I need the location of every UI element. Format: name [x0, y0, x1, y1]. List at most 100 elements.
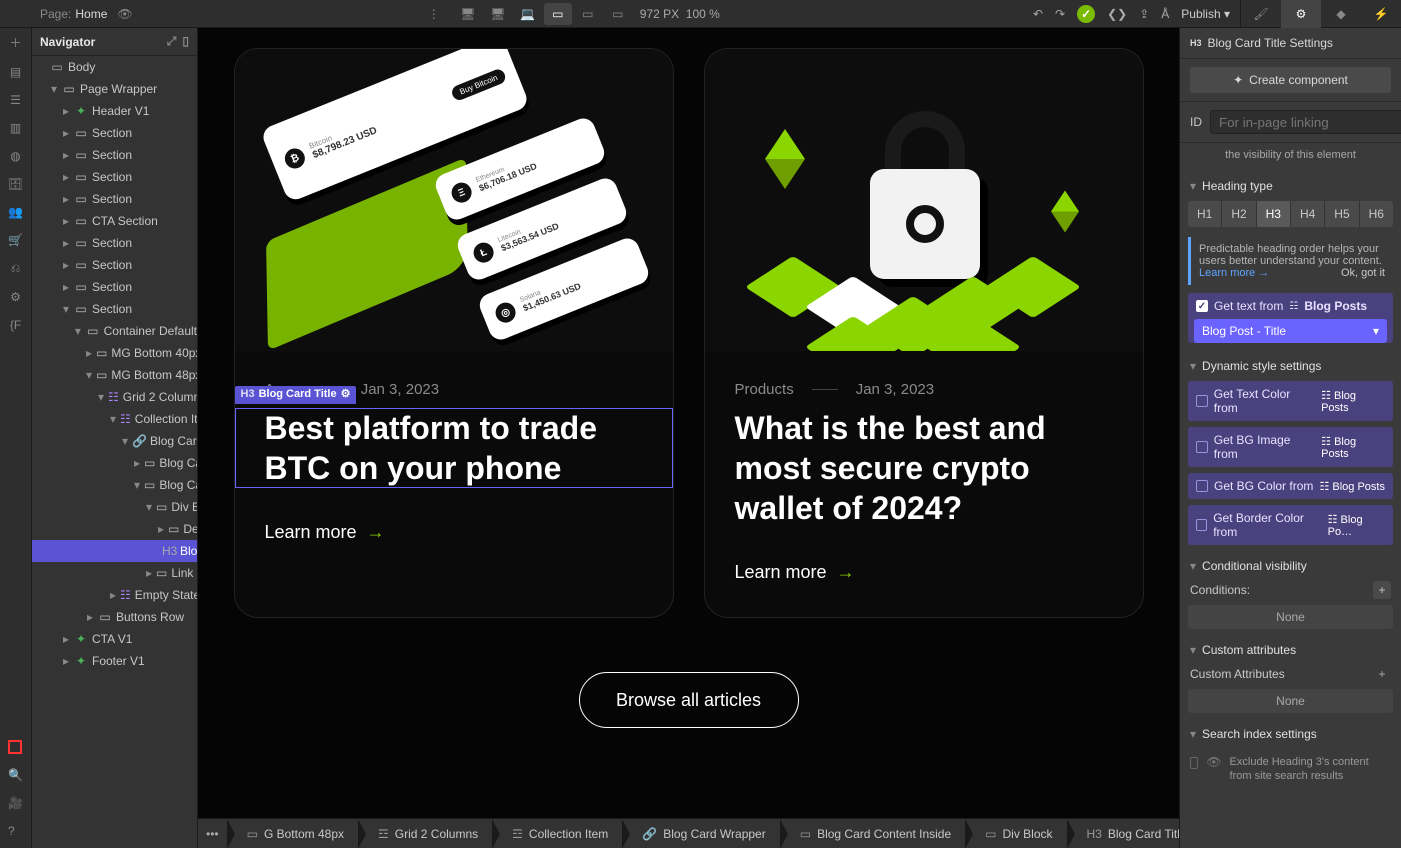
exclude-from-search-option[interactable]: 👁 Exclude Heading 3's content from site … — [1180, 749, 1401, 790]
breadcrumb-item[interactable]: ▭G Bottom 48px — [227, 819, 358, 848]
publish-button[interactable]: Publish ▾ — [1181, 7, 1230, 21]
nav-item[interactable]: ▾▭Section — [32, 298, 197, 320]
nav-item[interactable]: ▸✦Header V1 — [32, 100, 197, 122]
checkbox[interactable] — [1196, 480, 1208, 492]
search-index-section[interactable]: ▾Search index settings — [1180, 719, 1401, 749]
heading-type-h6[interactable]: H6 — [1360, 201, 1393, 227]
nav-item[interactable]: ▾▭Page Wrapper — [32, 78, 197, 100]
breadcrumb-item[interactable]: ▭Blog Card Content Inside — [780, 819, 965, 848]
heading-type-h3[interactable]: H3 — [1257, 201, 1291, 227]
nav-item[interactable]: ▸▭Section — [32, 254, 197, 276]
kebab-icon[interactable]: ⋮ — [428, 7, 440, 21]
nav-item[interactable]: ▾☷Grid 2 Columns — [32, 386, 197, 408]
browse-all-button[interactable]: Browse all articles — [579, 672, 799, 728]
nav-item[interactable]: ▸☷Empty State — [32, 584, 197, 606]
code-icon[interactable]: ❮❯ — [1107, 7, 1127, 21]
nav-item[interactable]: ▸▭Section — [32, 144, 197, 166]
heading-type-h5[interactable]: H5 — [1325, 201, 1359, 227]
nav-item[interactable]: ▸▭Section — [32, 232, 197, 254]
interactions-tab-icon[interactable]: ⚡ — [1361, 0, 1401, 28]
nav-item[interactable]: ▸▭Section — [32, 122, 197, 144]
help-icon[interactable]: ? — [8, 824, 23, 838]
nav-item[interactable]: ▾▭Div Bloc — [32, 496, 197, 518]
nav-item[interactable]: ▸✦Footer V1 — [32, 650, 197, 672]
create-component-button[interactable]: ✦Create component — [1190, 67, 1391, 93]
heading-type-section[interactable]: ▾Heading type — [1180, 171, 1401, 201]
learn-more-link[interactable]: Learn more → — [1199, 267, 1269, 279]
search-icon[interactable]: 🔍 — [8, 768, 23, 782]
custom-attributes-section[interactable]: ▾Custom attributes — [1180, 635, 1401, 665]
collapse-icon[interactable]: ⤢ — [167, 34, 177, 49]
breadcrumb-item[interactable]: ☲Collection Item — [492, 819, 622, 848]
nav-item[interactable]: ▸▭Section — [32, 188, 197, 210]
cms-icon[interactable]: 🗄 — [8, 177, 23, 191]
nav-item[interactable]: ▾🔗Blog Card W — [32, 430, 197, 452]
blog-card[interactable]: Products Jan 3, 2023 What is the best an… — [704, 48, 1144, 618]
ecommerce-icon[interactable]: 🛒 — [8, 233, 23, 247]
bp-laptop-icon[interactable]: 💻 — [514, 3, 542, 25]
add-condition-button[interactable]: + — [1373, 581, 1391, 599]
pin-icon[interactable]: ▯ — [182, 34, 189, 49]
settings-tab-icon[interactable]: ⚙ — [1281, 0, 1321, 28]
breadcrumb-more-icon[interactable]: ••• — [198, 827, 227, 841]
id-input[interactable] — [1210, 110, 1401, 134]
checkbox[interactable] — [1196, 395, 1208, 407]
ok-got-it-button[interactable]: Ok, got it — [1341, 267, 1385, 279]
blog-card[interactable]: ₿Bitcoin$8,798.23 USDBuy Bitcoin ΞEthere… — [234, 48, 674, 618]
navigator-icon[interactable]: ☰ — [10, 93, 21, 107]
checkbox[interactable] — [1190, 757, 1198, 769]
variables-icon[interactable]: ◍ — [10, 149, 20, 163]
nav-item[interactable]: ▾☷Collection Item — [32, 408, 197, 430]
nav-item[interactable]: ▸▭Link Wr — [32, 562, 197, 584]
add-element-icon[interactable]: ＋ — [9, 34, 21, 51]
nav-item[interactable]: ▾▭Container Default — [32, 320, 197, 342]
bp-tablet-icon[interactable]: ▭ — [544, 3, 572, 25]
logic-icon[interactable]: ⎌ — [11, 261, 21, 276]
breadcrumb-item[interactable]: ▭Div Block — [965, 819, 1066, 848]
video-icon[interactable]: 🎥 — [8, 796, 23, 810]
audit-square-icon[interactable] — [8, 740, 22, 754]
heading-type-h2[interactable]: H2 — [1222, 201, 1256, 227]
canvas[interactable]: ₿Bitcoin$8,798.23 USDBuy Bitcoin ΞEthere… — [198, 28, 1179, 818]
nav-item[interactable]: ▾▭MG Bottom 48px — [32, 364, 197, 386]
learn-more-link[interactable]: Learn more→ — [235, 488, 673, 577]
nav-item[interactable]: ▸▭Detai — [32, 518, 197, 540]
dynamic-style-section[interactable]: ▾Dynamic style settings — [1180, 351, 1401, 381]
breadcrumb-item[interactable]: H3Blog Card Title — [1067, 819, 1179, 848]
dynamic-style-item[interactable]: Get BG Color from☷ Blog Posts — [1188, 473, 1393, 499]
bp-tablet-landscape-icon[interactable]: ▭ — [574, 3, 602, 25]
heading-type-h4[interactable]: H4 — [1291, 201, 1325, 227]
dynamic-style-item[interactable]: Get Text Color from☷ Blog Posts — [1188, 381, 1393, 421]
checkbox[interactable] — [1196, 519, 1207, 531]
users-icon[interactable]: 👥 — [8, 205, 23, 219]
binding-field-select[interactable]: Blog Post - Title▾ — [1194, 319, 1387, 343]
bp-phone-landscape-icon[interactable]: ▭ — [604, 3, 632, 25]
pages-icon[interactable]: ▤ — [10, 65, 21, 79]
breadcrumb-item[interactable]: ☲Grid 2 Columns — [358, 819, 492, 848]
nav-item[interactable]: H3Blog — [32, 540, 197, 562]
gear-icon[interactable]: ⚙ — [341, 388, 351, 402]
nav-item[interactable]: ▸▭CTA Section — [32, 210, 197, 232]
navigator-tree[interactable]: ▭Body▾▭Page Wrapper▸✦Header V1▸▭Section▸… — [32, 56, 197, 848]
audit-icon[interactable]: Å — [1161, 7, 1169, 21]
page-name[interactable]: Home — [75, 7, 107, 21]
components-icon[interactable]: ▥ — [10, 121, 21, 135]
nav-item[interactable]: ▸▭Section — [32, 166, 197, 188]
nav-item[interactable]: ▸▭MG Bottom 40px — [32, 342, 197, 364]
nav-item[interactable]: ▭Body — [32, 56, 197, 78]
preview-icon[interactable]: 👁 — [117, 7, 132, 21]
apps-icon[interactable]: ⚙ — [10, 290, 21, 304]
bp-desktop-xl-icon[interactable]: 🖥 — [454, 3, 482, 25]
heading-type-h1[interactable]: H1 — [1188, 201, 1222, 227]
add-attribute-button[interactable]: + — [1373, 665, 1391, 683]
export-icon[interactable]: ⇪ — [1139, 7, 1149, 21]
conditional-visibility-section[interactable]: ▾Conditional visibility — [1180, 551, 1401, 581]
nav-item[interactable]: ▸▭Section — [32, 276, 197, 298]
style-tab-icon[interactable]: 🖌 — [1241, 0, 1281, 28]
canvas-size[interactable]: 972 PX 100 % — [640, 7, 720, 21]
status-check-icon[interactable]: ✓ — [1077, 5, 1095, 23]
binding-checkbox[interactable]: ✓ — [1196, 300, 1208, 312]
style-manager-tab-icon[interactable]: ◆ — [1321, 0, 1361, 28]
nav-item[interactable]: ▸✦CTA V1 — [32, 628, 197, 650]
blog-card-title[interactable]: H3Blog Card Title ⚙ Best platform to tra… — [235, 408, 673, 488]
